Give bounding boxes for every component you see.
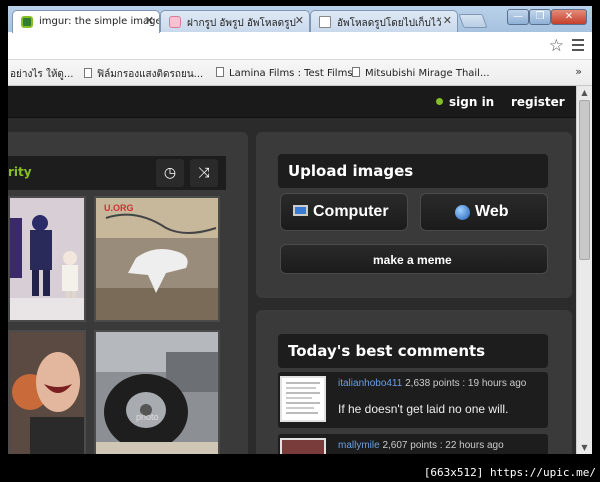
random-icon[interactable]: ⤨ [190, 159, 218, 187]
new-tab-button[interactable] [458, 14, 488, 28]
tab-close-icon[interactable]: ✕ [145, 14, 154, 27]
comment-user-link[interactable]: mallymile [338, 440, 380, 451]
gallery-thumb[interactable]: photo [94, 330, 220, 454]
menu-icon[interactable] [572, 39, 584, 54]
comment-user-link[interactable]: italianhobo411 [338, 378, 402, 389]
tab-title: อัพโหลดรูปโดยไปเก็บไว้ [337, 18, 442, 29]
gallery-thumb[interactable] [8, 196, 86, 322]
bookmarks-bar: อย่างไร ให้ดู... ฟิล์มกรองแสงติดรถยน... … [8, 60, 592, 86]
bookmark-item[interactable]: ฟิล์มกรองแสงติดรถยน... [84, 67, 203, 82]
comment-item[interactable]: italianhobo411 2,638 points : 19 hours a… [278, 372, 548, 428]
bookmark-item[interactable]: อย่างไร ให้ดู... [10, 67, 73, 82]
gallery-header: rity ◷ ⤨ [8, 156, 226, 190]
upload-web-button[interactable]: Web [420, 193, 548, 231]
browser-window: imgur: the simple image sharer ✕ ฝากรูป … [8, 6, 592, 454]
tab-strip: imgur: the simple image sharer ✕ ฝากรูป … [8, 6, 592, 33]
masked-face-image [10, 332, 84, 454]
image-size-caption: [663x512] https://upic.me/ [423, 466, 596, 479]
tab-upload-th-2[interactable]: อัพโหลดรูปโดยไปเก็บไว้ ✕ [310, 10, 458, 32]
gallery-thumb[interactable]: U.ORG [94, 196, 220, 322]
upload-computer-button[interactable]: Computer [280, 193, 408, 231]
maximize-button[interactable]: ❐ [529, 9, 551, 25]
comment-image-thumb[interactable] [280, 438, 326, 454]
page-icon [216, 67, 224, 77]
photo-watermark-text: photo [136, 412, 159, 422]
sign-in-link[interactable]: sign in [436, 95, 494, 109]
make-meme-button[interactable]: make a meme [280, 244, 548, 274]
screenshot-frame: imgur: the simple image sharer ✕ ฝากรูป … [0, 0, 600, 482]
scroll-up-icon[interactable]: ▲ [579, 88, 590, 97]
graffiti-dinosaur-image: U.ORG [96, 198, 218, 320]
globe-icon [455, 205, 470, 220]
comment-image-thumb[interactable] [280, 376, 326, 422]
tab-close-icon[interactable]: ✕ [443, 14, 452, 27]
site-topbar: sign in register [8, 86, 576, 118]
tab-upload-th[interactable]: ฝากรูป อัพรูป อัพโหลดรูป ✕ [160, 10, 310, 32]
scrollbar-thumb[interactable] [579, 100, 590, 260]
bookmark-item[interactable]: Lamina Films : Test Films [216, 67, 353, 79]
close-window-button[interactable]: ✕ [551, 9, 587, 25]
page-favicon-icon [319, 16, 331, 28]
tab-close-icon[interactable]: ✕ [295, 14, 304, 27]
computer-icon [293, 205, 308, 216]
bookmarks-overflow-button[interactable]: » [575, 65, 582, 78]
comment-meta: italianhobo411 2,638 points : 19 hours a… [338, 378, 527, 389]
sort-popularity-link[interactable]: rity [8, 165, 32, 179]
comments-title: Today's best comments [278, 334, 548, 368]
imgur-page: sign in register rity ◷ ⤨ U.ORG photo Up… [8, 86, 576, 454]
imgur-favicon-icon [21, 16, 33, 28]
watermark-text: U.ORG [104, 203, 134, 213]
comment-meta: mallymile 2,607 points : 22 hours ago [338, 440, 504, 451]
bookmark-star-icon[interactable]: ☆ [549, 36, 564, 56]
register-link[interactable]: register [511, 95, 565, 109]
clock-icon[interactable]: ◷ [156, 159, 184, 187]
halloween-kids-image [10, 198, 84, 320]
comment-text: If he doesn't get laid no one will. [338, 402, 509, 416]
page-icon [352, 67, 360, 77]
bookmark-item[interactable]: Mitsubishi Mirage Thail... [352, 67, 490, 79]
flat-tire-image: photo [96, 332, 218, 454]
scroll-down-icon[interactable]: ▼ [579, 443, 590, 452]
flower-favicon-icon [169, 16, 181, 28]
tab-title: imgur: the simple image sharer [39, 16, 160, 27]
browser-toolbar: ☆ [8, 32, 592, 60]
minimize-button[interactable]: — [507, 9, 529, 25]
comment-item[interactable]: mallymile 2,607 points : 22 hours ago [278, 434, 548, 454]
vertical-scrollbar[interactable]: ▲ ▼ [576, 86, 592, 454]
page-icon [84, 68, 92, 78]
upload-title: Upload images [278, 154, 548, 188]
tab-imgur[interactable]: imgur: the simple image sharer ✕ [12, 10, 160, 33]
tab-title: ฝากรูป อัพรูป อัพโหลดรูป [187, 18, 296, 29]
gallery-thumb[interactable] [8, 330, 86, 454]
status-dot-icon [436, 98, 443, 105]
